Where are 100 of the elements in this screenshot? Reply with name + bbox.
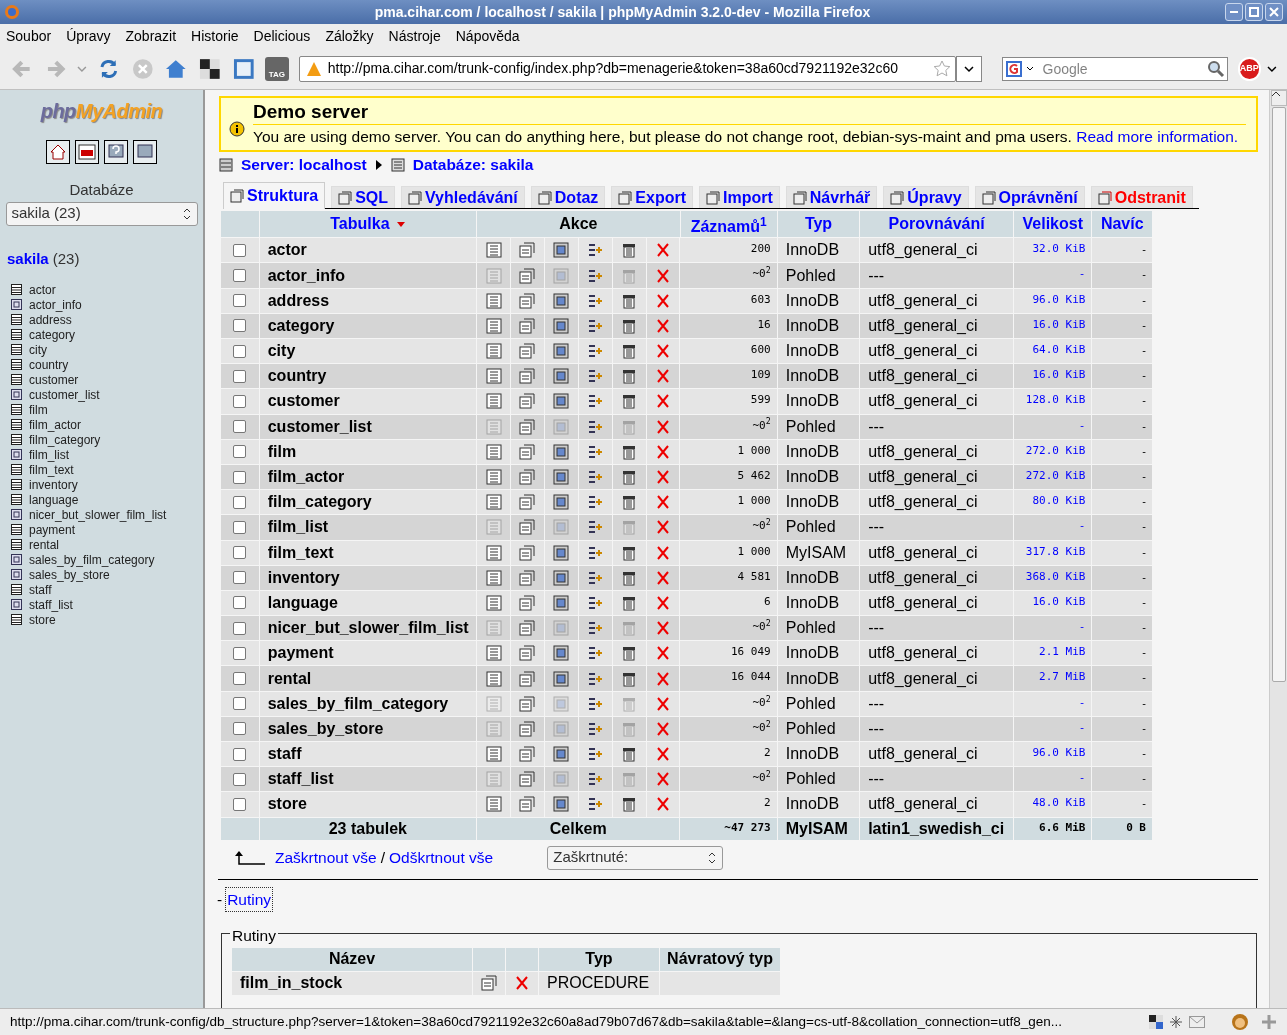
table-size[interactable]: 48.0 KiB — [1014, 792, 1092, 817]
insert-row-icon[interactable] — [587, 469, 604, 486]
tab[interactable]: SQL — [331, 186, 395, 209]
tab[interactable]: Oprávnění — [974, 186, 1085, 209]
menu-item[interactable]: Zobrazit — [125, 25, 177, 47]
row-checkbox[interactable] — [233, 596, 247, 610]
menu-item[interactable]: Nástroje — [388, 25, 441, 47]
trash-can-icon[interactable] — [621, 368, 638, 385]
browse-icon[interactable] — [485, 544, 502, 561]
delete-x-icon[interactable] — [514, 975, 530, 992]
table-name-link[interactable]: city — [267, 339, 296, 364]
table-name-link[interactable]: sales_by_store — [267, 716, 384, 741]
table-name-link[interactable]: language — [267, 590, 338, 615]
row-checkbox[interactable] — [233, 747, 247, 761]
trash-can-icon[interactable] — [621, 469, 638, 486]
delete-x-icon[interactable] — [655, 670, 672, 687]
trash-can-icon[interactable] — [621, 746, 638, 763]
row-checkbox[interactable] — [233, 546, 247, 560]
table-size[interactable]: 32.0 KiB — [1014, 238, 1092, 263]
trash-can-icon[interactable] — [621, 544, 638, 561]
table-name-link[interactable]: actor_info — [267, 263, 346, 288]
table-size[interactable]: 16.0 KiB — [1014, 313, 1092, 338]
structure-icon[interactable] — [519, 242, 536, 259]
structure-icon[interactable] — [519, 469, 536, 486]
row-checkbox[interactable] — [233, 319, 247, 333]
table-size[interactable]: 272.0 KiB — [1014, 464, 1092, 490]
menu-item[interactable]: Záložky — [325, 25, 374, 47]
structure-icon[interactable] — [519, 368, 536, 385]
delete-x-icon[interactable] — [655, 569, 672, 586]
structure-icon[interactable] — [519, 317, 536, 334]
search-table-icon[interactable] — [553, 317, 570, 334]
delete-x-icon[interactable] — [655, 343, 672, 360]
tab[interactable]: Úpravy — [883, 186, 969, 209]
address-bar[interactable]: http://pma.cihar.com/trunk-config/index.php?db=menagerie&token=38a60cd7921192e32c60 — [298, 55, 956, 82]
row-checkbox[interactable] — [233, 772, 247, 786]
table-size[interactable]: - — [1014, 716, 1092, 741]
delete-x-icon[interactable] — [655, 368, 672, 385]
delete-x-icon[interactable] — [655, 317, 672, 334]
row-checkbox[interactable] — [233, 269, 247, 283]
delete-x-icon[interactable] — [655, 443, 672, 460]
delete-x-icon[interactable] — [655, 418, 672, 435]
check-all-link[interactable]: Zaškrtnout vše — [275, 845, 377, 870]
search-table-icon[interactable] — [553, 343, 570, 360]
table-name-link[interactable]: category — [267, 313, 335, 338]
tab[interactable]: Vyhledávání — [401, 186, 525, 209]
trash-can-icon[interactable] — [621, 594, 638, 611]
database-link[interactable]: sakila — [7, 249, 49, 267]
browse-icon[interactable] — [485, 368, 502, 385]
table-size[interactable]: 272.0 KiB — [1014, 439, 1092, 464]
insert-row-icon[interactable] — [587, 393, 604, 410]
browse-icon[interactable] — [485, 242, 502, 259]
trash-can-icon[interactable] — [621, 645, 638, 662]
search-table-icon[interactable] — [553, 544, 570, 561]
tab[interactable]: Návrhář — [785, 186, 878, 209]
database-link[interactable]: Databáze: sakila — [412, 153, 534, 177]
structure-icon[interactable] — [519, 267, 536, 284]
browse-icon[interactable] — [485, 292, 502, 309]
sidebar-table-link[interactable]: sales_by_film_category — [29, 550, 155, 569]
delete-x-icon[interactable] — [655, 695, 672, 712]
table-size[interactable]: 2.7 MiB — [1014, 666, 1092, 691]
row-checkbox[interactable] — [233, 571, 247, 585]
browse-icon[interactable] — [485, 594, 502, 611]
search-table-icon[interactable] — [553, 594, 570, 611]
with-selected-select[interactable]: Zaškrtnuté: — [547, 845, 724, 870]
sql-window-button[interactable] — [133, 140, 157, 164]
structure-icon[interactable] — [519, 670, 536, 687]
table-name-link[interactable]: film_actor — [267, 465, 345, 490]
structure-icon[interactable] — [481, 975, 497, 992]
row-checkbox[interactable] — [233, 672, 247, 686]
row-checkbox[interactable] — [233, 621, 247, 635]
history-dropdown-button[interactable] — [955, 55, 982, 82]
insert-row-icon[interactable] — [587, 267, 604, 284]
table-size[interactable]: 80.0 KiB — [1014, 490, 1092, 515]
adblock-button[interactable]: ABP — [1237, 56, 1262, 81]
row-checkbox[interactable] — [233, 420, 247, 434]
insert-row-icon[interactable] — [587, 720, 604, 737]
trash-can-icon[interactable] — [621, 292, 638, 309]
browse-icon[interactable] — [485, 317, 502, 334]
table-name-link[interactable]: inventory — [267, 565, 340, 590]
delete-x-icon[interactable] — [655, 494, 672, 511]
browse-icon[interactable] — [485, 746, 502, 763]
table-size[interactable]: 16.0 KiB — [1014, 590, 1092, 616]
read-more-link[interactable]: Read more information. — [1076, 128, 1239, 145]
checker-icon[interactable] — [1149, 1015, 1163, 1029]
scrollbar[interactable] — [1269, 90, 1287, 1008]
search-table-icon[interactable] — [553, 670, 570, 687]
row-checkbox[interactable] — [233, 243, 247, 257]
delete-x-icon[interactable] — [655, 720, 672, 737]
trash-can-icon[interactable] — [621, 317, 638, 334]
insert-row-icon[interactable] — [587, 343, 604, 360]
insert-row-icon[interactable] — [587, 292, 604, 309]
row-checkbox[interactable] — [233, 470, 247, 484]
trash-can-icon[interactable] — [621, 796, 638, 813]
structure-icon[interactable] — [519, 645, 536, 662]
column-header[interactable]: Typ — [777, 211, 860, 238]
insert-row-icon[interactable] — [587, 242, 604, 259]
structure-icon[interactable] — [519, 443, 536, 460]
window-icon[interactable] — [231, 56, 256, 81]
table-size[interactable]: 128.0 KiB — [1014, 389, 1092, 414]
table-name-link[interactable]: nicer_but_slower_film_list — [267, 616, 469, 641]
